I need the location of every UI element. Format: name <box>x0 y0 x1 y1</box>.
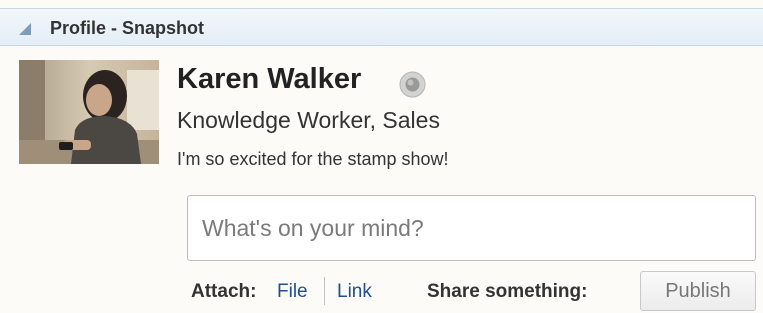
status-message: I'm so excited for the stamp show! <box>177 149 449 169</box>
presence-status-icon <box>399 71 426 98</box>
publish-button[interactable]: Publish <box>640 271 756 311</box>
profile-snapshot-panel: Profile - Snapshot Karen Walker Knowledg… <box>0 0 763 313</box>
share-something-label: Share something: <box>427 281 588 302</box>
whats-on-your-mind-input[interactable] <box>187 195 756 261</box>
attach-link-link[interactable]: Link <box>337 281 372 303</box>
collapse-triangle-icon[interactable] <box>18 22 32 36</box>
profile-photo <box>19 60 159 164</box>
attach-file-link[interactable]: File <box>277 281 308 303</box>
profile-role: Knowledge Worker, Sales <box>177 107 440 133</box>
avatar[interactable] <box>19 60 159 164</box>
profile-name[interactable]: Karen Walker <box>177 62 361 96</box>
link-divider <box>324 277 325 305</box>
attach-label: Attach: <box>191 281 257 302</box>
panel-header[interactable]: Profile - Snapshot <box>0 8 763 46</box>
panel-title: Profile - Snapshot <box>50 18 205 38</box>
